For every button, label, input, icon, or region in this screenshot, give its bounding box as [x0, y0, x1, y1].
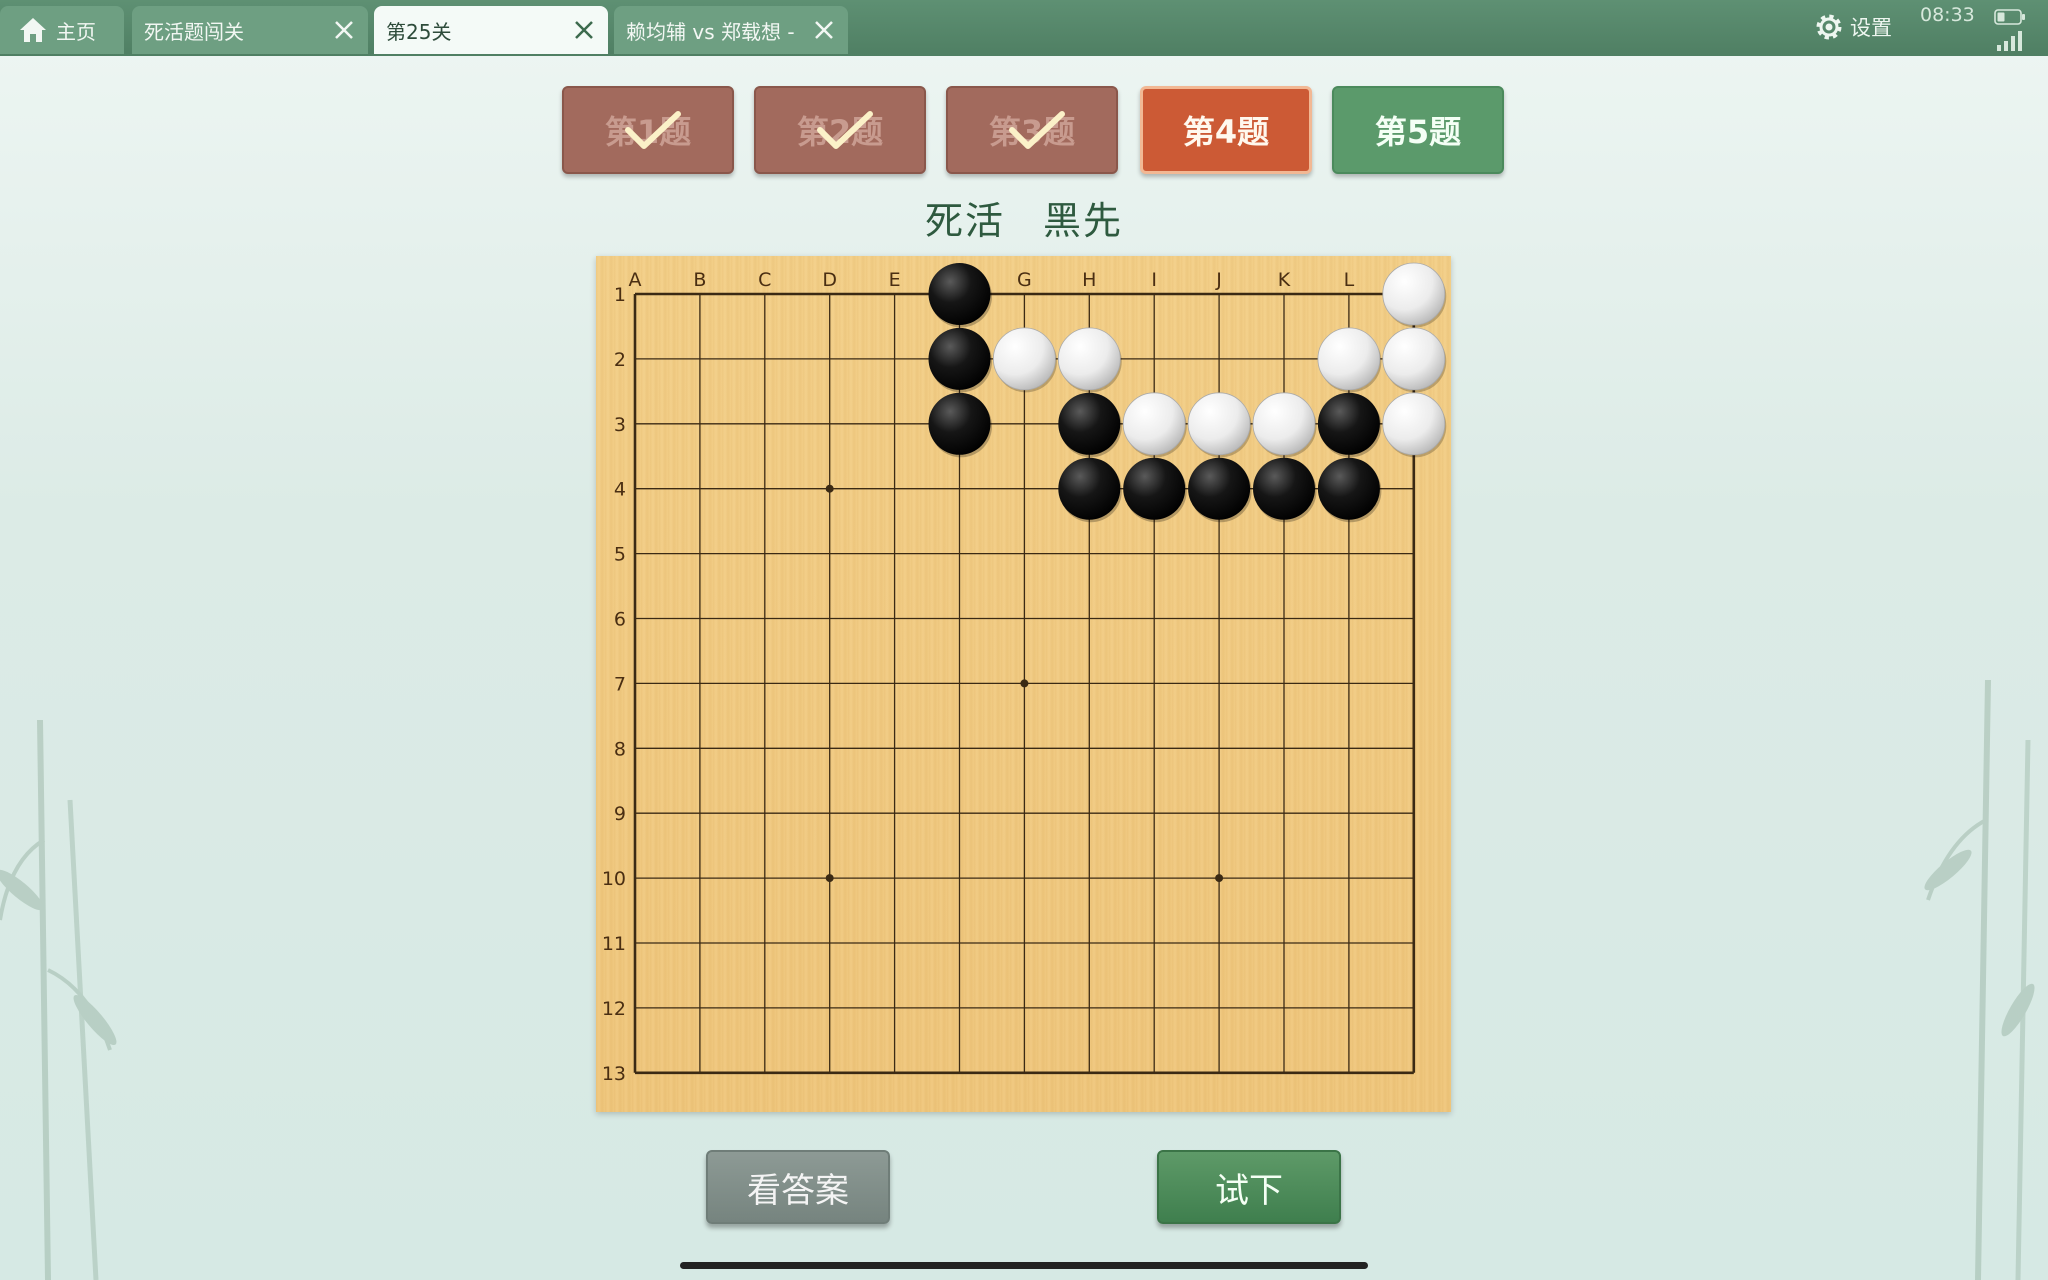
close-icon[interactable] [572, 18, 596, 42]
checkmark-icon [625, 111, 681, 149]
white-stone[interactable] [1057, 327, 1121, 391]
tab-label: 赖均辅 vs 郑载想 - [626, 19, 795, 44]
white-stone[interactable] [1187, 392, 1251, 456]
settings-button[interactable]: 设置 [1814, 10, 1892, 44]
problem-5-button[interactable]: 第5题 [1332, 86, 1504, 174]
tab-label: 第25关 [386, 19, 452, 44]
row-label: 13 [602, 1063, 626, 1085]
row-label: 1 [614, 284, 626, 306]
problem-1-button[interactable]: 第1题 [562, 86, 734, 174]
white-stone[interactable] [1252, 392, 1316, 456]
side-to-play: 黑先 [1043, 199, 1124, 243]
row-label: 6 [614, 609, 626, 631]
signal-icon [1997, 31, 2022, 51]
home-indicator [680, 1262, 1368, 1269]
gear-icon [1816, 14, 1842, 40]
black-stone[interactable] [1123, 457, 1186, 520]
star-point [825, 484, 834, 493]
tab-home-label: 主页 [56, 19, 96, 44]
column-label: I [1151, 269, 1157, 291]
row-label: 4 [614, 479, 626, 501]
checkmark-icon [1009, 111, 1065, 149]
tab-life-death-challenge[interactable]: 死活题闯关 [132, 6, 368, 54]
column-label: A [629, 269, 642, 291]
go-board[interactable]: A B C D E G H I J K L 1 2 3 4 5 6 7 8 9 10 11 12 13 [596, 256, 1451, 1112]
white-stone[interactable] [1382, 392, 1446, 456]
tab-label: 死活题闯关 [144, 19, 244, 44]
row-label: 9 [614, 803, 626, 825]
settings-label: 设置 [1850, 16, 1892, 40]
row-label: 7 [614, 673, 626, 695]
white-stone[interactable] [1122, 392, 1186, 456]
problem-2-button[interactable]: 第2题 [754, 86, 926, 174]
white-stone[interactable] [1317, 327, 1381, 391]
column-label: J [1215, 269, 1222, 291]
black-stone[interactable] [1058, 392, 1121, 455]
row-label: 5 [614, 544, 626, 566]
problem-type: 死活 [924, 199, 1005, 243]
tab-bar: 主页 死活题闯关 第25关 赖均辅 vs 郑载想 - 设置 08:33 [0, 0, 2048, 56]
column-label: C [758, 269, 771, 291]
close-icon[interactable] [812, 18, 836, 42]
black-stone[interactable] [1317, 392, 1380, 455]
problem-3-button[interactable]: 第3题 [946, 86, 1118, 174]
tab-game-record[interactable]: 赖均辅 vs 郑载想 - [614, 6, 848, 54]
try-move-button[interactable]: 试下 [1157, 1150, 1341, 1224]
problem-label: 第5题 [1374, 113, 1462, 151]
black-stone[interactable] [1188, 457, 1251, 520]
white-stone[interactable] [1382, 262, 1446, 326]
black-stone[interactable] [1058, 457, 1121, 520]
row-label: 2 [614, 349, 626, 371]
star-point [825, 874, 834, 883]
black-stone[interactable] [1253, 457, 1315, 520]
close-icon[interactable] [332, 18, 356, 42]
board-grid[interactable]: A B C D E G H I J K L12345678910111213 [596, 256, 1451, 1112]
column-label: L [1344, 269, 1355, 291]
bamboo-decoration-left [0, 720, 117, 1280]
view-answer-button[interactable]: 看答案 [706, 1150, 890, 1224]
column-label: D [822, 269, 837, 291]
row-label: 8 [614, 738, 626, 760]
checkmark-icon [817, 111, 873, 149]
tab-level-25[interactable]: 第25关 [374, 6, 608, 54]
problem-4-button[interactable]: 第4题 [1140, 86, 1312, 174]
white-stone[interactable] [1382, 327, 1446, 391]
black-stone[interactable] [1317, 457, 1380, 520]
home-icon [20, 18, 46, 42]
row-label: 11 [602, 933, 626, 955]
column-label: K [1278, 269, 1291, 291]
star-point [1020, 679, 1029, 688]
battery-icon [1994, 9, 2025, 25]
black-stone[interactable] [928, 263, 991, 325]
star-point [1215, 874, 1224, 883]
black-stone[interactable] [928, 392, 991, 455]
column-label: H [1082, 269, 1096, 291]
row-label: 3 [614, 414, 626, 436]
problem-label: 第4题 [1182, 113, 1270, 151]
black-stone[interactable] [928, 327, 991, 390]
column-label: G [1017, 269, 1032, 291]
clock: 08:33 [1920, 4, 1975, 26]
row-label: 12 [602, 998, 626, 1020]
row-label: 10 [602, 868, 626, 890]
column-label: E [889, 269, 901, 291]
white-stone[interactable] [992, 327, 1056, 391]
tab-home[interactable]: 主页 [0, 6, 124, 54]
bamboo-decoration-right [1924, 680, 2035, 1280]
column-label: B [693, 269, 706, 291]
problem-subtitle: 死活 黑先 [0, 190, 2048, 245]
